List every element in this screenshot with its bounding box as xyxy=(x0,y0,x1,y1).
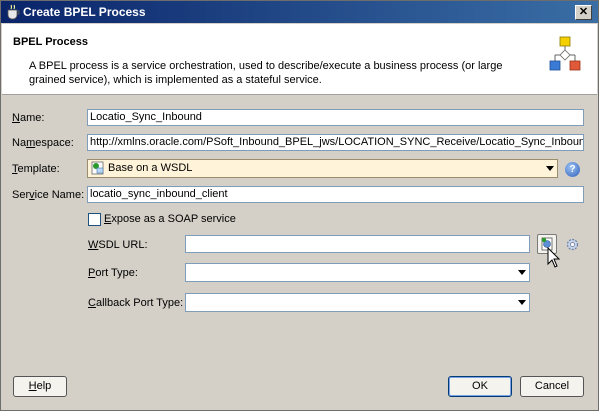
template-select[interactable]: Base on a WSDL xyxy=(87,159,558,178)
service-name-label: Service Name: xyxy=(12,189,85,201)
expose-soap-label: Expose as a SOAP service xyxy=(104,213,236,225)
callback-port-type-select[interactable] xyxy=(185,293,530,312)
expose-soap-checkbox[interactable] xyxy=(88,213,101,226)
service-name-input[interactable]: locatio_sync_inbound_client xyxy=(87,186,584,203)
chevron-down-icon xyxy=(518,270,526,275)
title-bar: Create BPEL Process ✕ xyxy=(1,1,598,23)
wsdl-url-label: WSDL URL: xyxy=(88,239,148,251)
port-type-select[interactable] xyxy=(185,263,530,282)
create-bpel-process-dialog: Create BPEL Process ✕ BPEL Process A BPE… xyxy=(0,0,599,411)
chevron-down-icon xyxy=(518,300,526,305)
header-title: BPEL Process xyxy=(13,36,89,48)
close-icon: ✕ xyxy=(578,6,589,18)
window-title: Create BPEL Process xyxy=(23,5,146,19)
mouse-pointer-icon xyxy=(547,247,561,268)
name-label: Name: xyxy=(12,112,45,124)
gear-icon[interactable] xyxy=(565,237,580,252)
header-description: A BPEL process is a service orchestratio… xyxy=(29,60,503,86)
port-type-label: Port Type: xyxy=(88,267,138,279)
template-value: Base on a WSDL xyxy=(108,162,193,174)
template-label: Template: xyxy=(12,163,60,175)
namespace-input[interactable]: http://xmlns.oracle.com/PSoft_Inbound_BP… xyxy=(87,134,584,151)
close-button[interactable]: ✕ xyxy=(575,5,592,20)
callback-port-type-label: Callback Port Type: xyxy=(88,297,184,309)
namespace-label: Namespace: xyxy=(12,137,74,149)
ok-button[interactable]: OK xyxy=(448,376,512,397)
help-button[interactable]: Help xyxy=(13,376,67,397)
bpel-process-diagram-icon xyxy=(549,36,581,71)
cancel-button[interactable]: Cancel xyxy=(520,376,584,397)
wsdl-template-icon xyxy=(91,161,104,175)
help-icon[interactable]: ? xyxy=(565,162,580,177)
name-input[interactable]: Locatio_Sync_Inbound xyxy=(87,109,584,126)
chevron-down-icon xyxy=(546,166,554,171)
wsdl-url-input[interactable] xyxy=(185,235,530,253)
header-panel: BPEL Process A BPEL process is a service… xyxy=(2,24,597,95)
jdeveloper-cup-icon xyxy=(7,4,20,20)
